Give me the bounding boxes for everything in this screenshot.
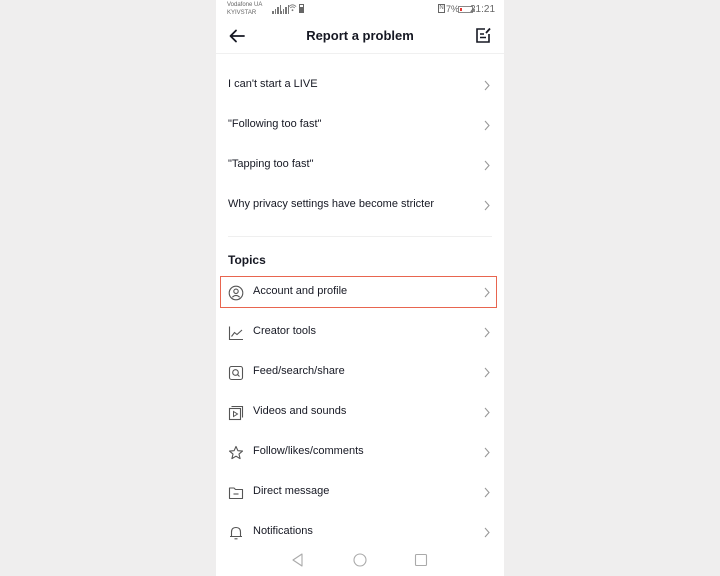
nfc-icon: N	[438, 4, 445, 13]
chart-line-icon	[228, 326, 243, 341]
faq-item-cant-start-live[interactable]: I can't start a LIVE	[216, 66, 504, 106]
faq-item-privacy-settings[interactable]: Why privacy settings have become stricte…	[216, 186, 504, 226]
carrier-name-1: Vodafone UA	[227, 2, 263, 8]
search-box-icon	[228, 365, 244, 381]
topic-label: Creator tools	[253, 325, 316, 337]
faq-item-tapping-too-fast[interactable]: "Tapping too fast"	[216, 146, 504, 186]
topic-direct-message[interactable]: Direct message	[216, 473, 504, 513]
circle-home-icon[interactable]	[352, 552, 368, 568]
topic-label: Notifications	[253, 525, 313, 537]
faq-item-label: I can't start a LIVE	[228, 78, 318, 90]
topic-label: Direct message	[253, 485, 330, 497]
topic-creator-tools[interactable]: Creator tools	[216, 313, 504, 353]
bell-icon	[230, 526, 242, 540]
phone-screen: Vodafone UA KYIVSTAR N 7% 21:21 Report a…	[216, 0, 504, 576]
faq-item-following-too-fast[interactable]: "Following too fast"	[216, 106, 504, 146]
square-recents-icon[interactable]	[413, 552, 429, 568]
chevron-right-icon	[484, 407, 490, 418]
chevron-right-icon	[484, 327, 490, 338]
battery-saver-icon	[299, 4, 304, 13]
chevron-right-icon	[484, 287, 490, 298]
chevron-right-icon	[484, 200, 490, 211]
status-bar: Vodafone UA KYIVSTAR N 7% 21:21	[216, 0, 504, 18]
faq-item-label: "Tapping too fast"	[228, 158, 314, 170]
wifi-icon	[288, 4, 297, 12]
topics-heading: Topics	[228, 253, 266, 267]
triangle-back-icon[interactable]	[290, 552, 306, 568]
topic-account-and-profile[interactable]: Account and profile	[216, 273, 504, 313]
faq-item-label: "Following too fast"	[228, 118, 322, 130]
topic-label: Follow/likes/comments	[253, 445, 364, 457]
clock: 21:21	[470, 4, 496, 15]
chevron-right-icon	[484, 447, 490, 458]
topic-label: Videos and sounds	[253, 405, 347, 417]
user-circle-icon	[228, 285, 244, 301]
chevron-right-icon	[484, 527, 490, 538]
chevron-right-icon	[484, 487, 490, 498]
chevron-right-icon	[484, 160, 490, 171]
carrier-info: Vodafone UA KYIVSTAR	[227, 1, 262, 17]
header: Report a problem	[216, 18, 504, 54]
topic-videos-and-sounds[interactable]: Videos and sounds	[216, 393, 504, 433]
system-nav-bar	[216, 546, 504, 576]
chevron-right-icon	[484, 367, 490, 378]
chevron-right-icon	[484, 80, 490, 91]
star-icon	[228, 445, 244, 460]
topic-follow-likes-comments[interactable]: Follow/likes/comments	[216, 433, 504, 473]
topic-feed-search-share[interactable]: Feed/search/share	[216, 353, 504, 393]
chevron-right-icon	[484, 120, 490, 131]
carrier-name-2: KYIVSTAR	[227, 10, 257, 16]
page-title: Report a problem	[306, 28, 414, 43]
video-play-icon	[228, 405, 244, 421]
edit-note-icon[interactable]	[475, 27, 491, 44]
topic-label: Feed/search/share	[253, 365, 345, 377]
folder-icon	[228, 487, 244, 500]
section-divider	[228, 236, 492, 237]
topic-label: Account and profile	[253, 285, 348, 297]
faq-item-label: Why privacy settings have become stricte…	[228, 198, 435, 210]
